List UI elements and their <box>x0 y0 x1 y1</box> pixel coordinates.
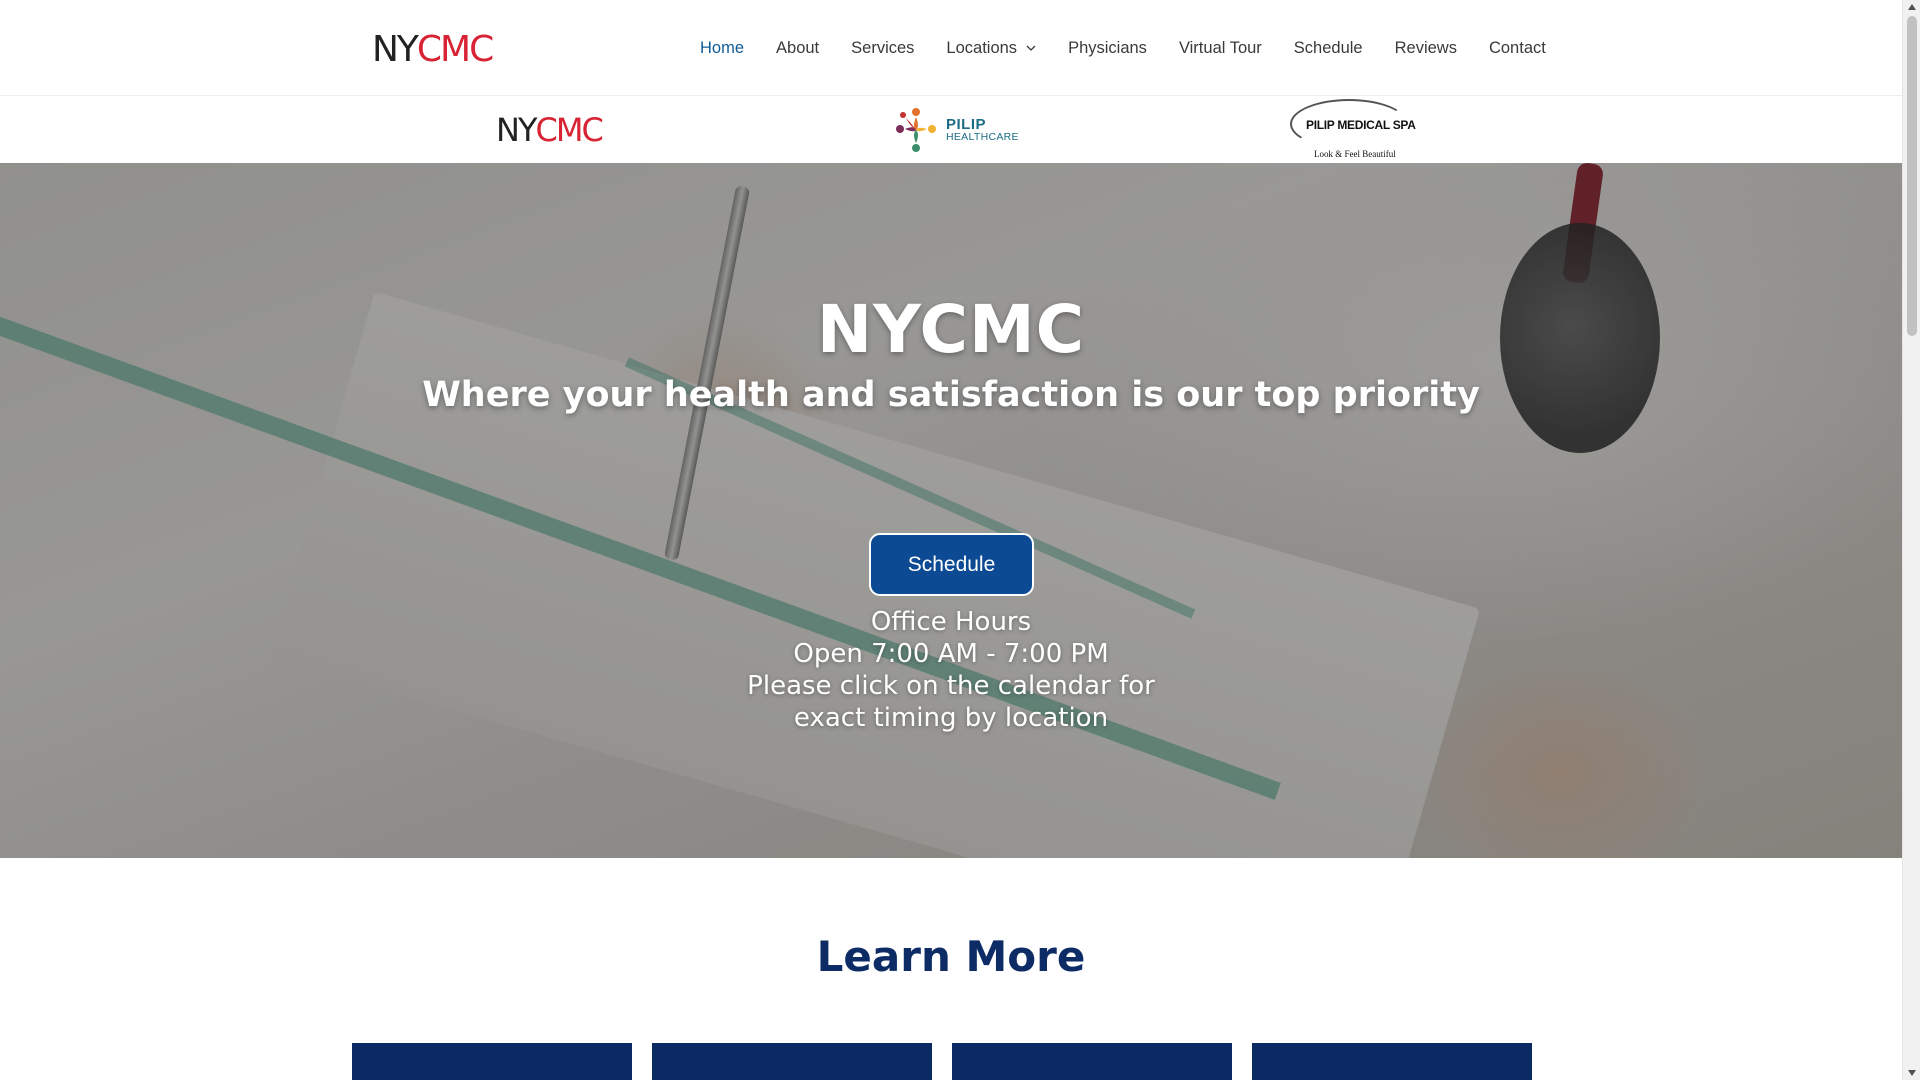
learn-more-card[interactable] <box>352 1043 632 1080</box>
learn-more-card[interactable] <box>652 1043 932 1080</box>
chevron-down-icon <box>1026 45 1036 51</box>
nav-physicians[interactable]: Physicians <box>1068 39 1147 58</box>
spa-name: PILIP MEDICAL SPA <box>1306 118 1416 132</box>
office-hours-heading: Office Hours <box>870 607 1032 637</box>
brand-pilip-medical-spa-logo[interactable]: PILIP MEDICAL SPA Look & Feel Beautiful <box>1290 97 1420 163</box>
pilip-wordmark: PILIP HEALTHCARE <box>946 115 1019 144</box>
learn-more-card[interactable] <box>952 1043 1232 1080</box>
office-hours-note: exact timing by location <box>793 703 1109 733</box>
nycmc-logo[interactable]: NY CMC <box>372 26 500 74</box>
spa-tagline: Look & Feel Beautiful <box>1314 149 1396 159</box>
site-header: NY CMC Home About Services Locations Phys… <box>0 0 1902 96</box>
hero-banner: NYCMC Where your health and satisfaction… <box>0 163 1902 858</box>
nav-schedule[interactable]: Schedule <box>1294 39 1363 58</box>
nav-services[interactable]: Services <box>851 39 914 58</box>
office-hours-note: Please click on the calendar for <box>747 671 1155 701</box>
brands-strip: NY CMC PILIP HEALTHCARE PILIP MEDICAL SPA… <box>0 97 1902 163</box>
main-nav: Home About Services Locations Physicians… <box>700 0 1578 96</box>
learn-more-cards <box>352 1043 1552 1080</box>
logo-wordmark: NY CMC <box>372 29 494 70</box>
nav-locations[interactable]: Locations <box>946 39 1036 58</box>
nav-home[interactable]: Home <box>700 39 744 58</box>
schedule-button[interactable]: Schedule <box>869 533 1034 596</box>
brand-nycmc-wordmark: NY CMC <box>496 111 604 149</box>
page-scrollbar[interactable] <box>1902 0 1920 1080</box>
scroll-up-icon[interactable] <box>1908 4 1916 10</box>
nav-about[interactable]: About <box>776 39 819 58</box>
scroll-down-icon[interactable] <box>1908 1070 1916 1076</box>
hero-content: NYCMC Where your health and satisfaction… <box>0 163 1902 858</box>
nav-virtual-tour[interactable]: Virtual Tour <box>1179 39 1262 58</box>
brand-nycmc-logo[interactable]: NY CMC <box>496 97 604 163</box>
hero-title: NYCMC <box>816 291 1086 368</box>
pilip-people-icon <box>896 108 936 152</box>
scrollbar-thumb[interactable] <box>1907 16 1917 336</box>
brand-pilip-healthcare-logo[interactable]: PILIP HEALTHCARE <box>894 97 1019 163</box>
nav-reviews[interactable]: Reviews <box>1395 39 1457 58</box>
learn-more-heading: Learn More <box>816 932 1086 981</box>
office-hours-time: Open 7:00 AM - 7:00 PM <box>793 639 1109 669</box>
office-hours: Office Hours Open 7:00 AM - 7:00 PM Plea… <box>0 606 1902 734</box>
hero-subtitle: Where your health and satisfaction is ou… <box>422 375 1480 415</box>
learn-more-card[interactable] <box>1252 1043 1532 1080</box>
nav-contact[interactable]: Contact <box>1489 39 1546 58</box>
